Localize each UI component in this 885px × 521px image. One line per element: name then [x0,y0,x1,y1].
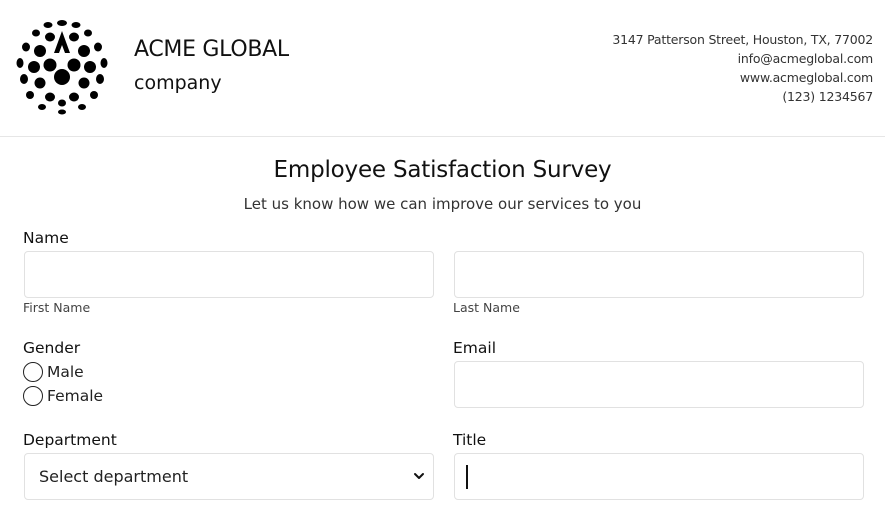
male-radio-label: Male [47,363,84,381]
department-label: Department [23,431,117,449]
brand-name: ACME GLOBAL [134,37,289,62]
text-cursor [466,465,468,489]
first-name-input[interactable] [24,251,434,298]
page-header: ACME GLOBAL company 3147 Patterson Stree… [0,0,885,137]
form-subtitle: Let us know how we can improve our servi… [243,195,642,213]
brand-subtitle: company [134,72,222,94]
gender-option-male[interactable]: Male [23,362,84,382]
email-input[interactable] [454,361,864,408]
gender-option-female[interactable]: Female [23,386,103,406]
form-title: Employee Satisfaction Survey [273,157,612,183]
contact-address: 3147 Patterson Street, Houston, TX, 7700… [612,32,873,47]
last-name-sublabel: Last Name [453,300,520,315]
contact-email: info@acmeglobal.com [737,51,874,66]
male-radio[interactable] [23,362,43,382]
department-select[interactable]: Select department [24,453,434,500]
department-selected-value: Select department [39,467,189,486]
last-name-input[interactable] [454,251,864,298]
gender-label: Gender [23,339,81,357]
acme-globe-logo-icon [16,20,108,115]
title-label: Title [453,431,487,449]
contact-phone: (123) 1234567 [782,89,873,104]
contact-website: www.acmeglobal.com [739,70,873,85]
first-name-sublabel: First Name [23,300,91,315]
title-input[interactable] [454,453,864,500]
email-label: Email [453,339,497,357]
female-radio[interactable] [23,386,43,406]
name-label: Name [23,229,69,247]
chevron-down-icon [414,473,424,479]
female-radio-label: Female [47,387,104,405]
contact-block: 3147 Patterson Street, Houston, TX, 7700… [612,30,873,106]
